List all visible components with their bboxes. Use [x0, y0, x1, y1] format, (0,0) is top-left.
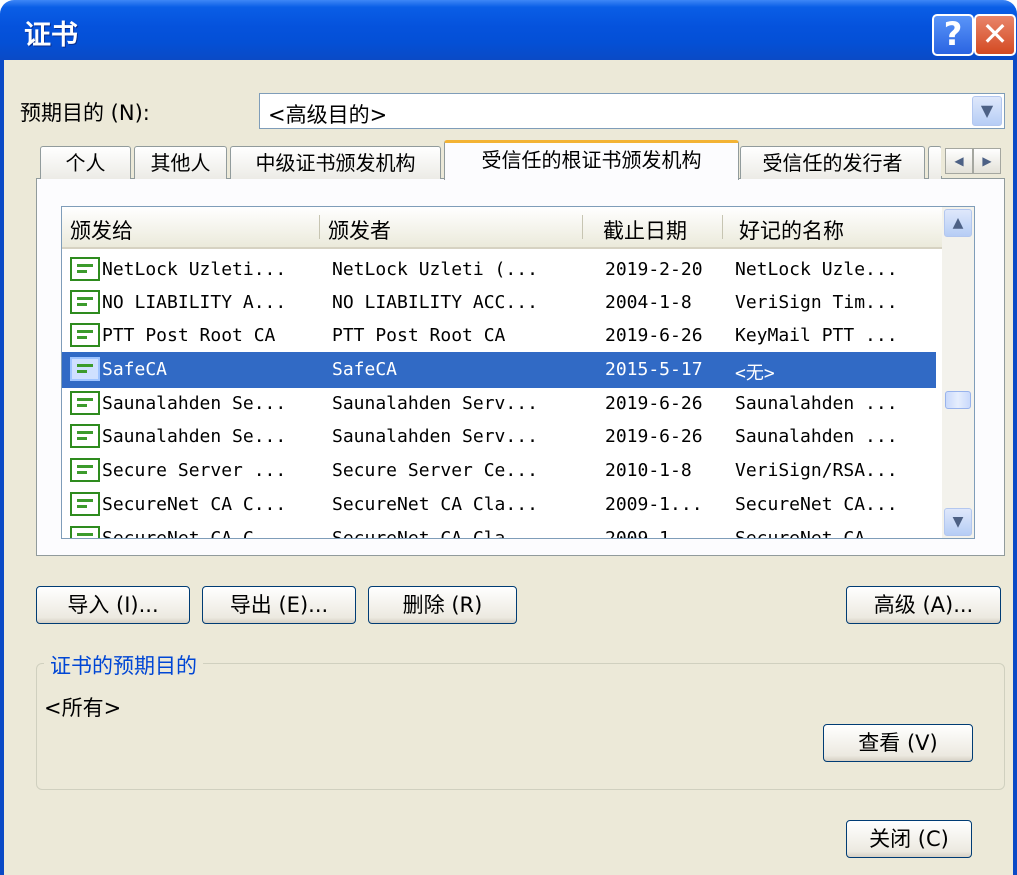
column-divider[interactable] — [319, 215, 320, 239]
cell-issued-to: PTT Post Root CA — [102, 325, 276, 346]
table-row[interactable]: Secure Server ... Secure Server Ce... 20… — [62, 453, 936, 489]
cell-issued-to: NetLock Uzleti... — [102, 259, 287, 280]
cell-friendly-name: VeriSign Tim... — [735, 292, 898, 313]
table-row[interactable]: SecureNet CA C... SecureNet CA Cla... 20… — [62, 487, 936, 523]
scroll-up-icon[interactable]: ▲ — [944, 209, 972, 237]
certificate-icon — [70, 458, 100, 482]
title-bar[interactable]: 证书 ? ✕ — [0, 0, 1017, 60]
cell-expires: 2004-1-8 — [605, 292, 692, 313]
import-button[interactable]: 导入 (I)... — [36, 586, 190, 624]
close-button[interactable]: 关闭 (C) — [846, 820, 972, 858]
column-divider[interactable] — [722, 215, 723, 239]
cell-friendly-name: VeriSign/RSA... — [735, 460, 898, 481]
certificates-dialog: 证书 ? ✕ 预期目的 (N): <高级目的> ▼ 个人 其他人 中级证书颁发机… — [0, 0, 1017, 875]
cell-friendly-name: NetLock Uzle... — [735, 259, 898, 280]
table-row-partial[interactable]: SecureNet CA C... SecureNet CA Cla... 20… — [62, 521, 936, 539]
tab-intermediate-ca[interactable]: 中级证书颁发机构 — [230, 146, 441, 179]
certificate-icon — [70, 391, 100, 415]
column-divider[interactable] — [582, 215, 583, 239]
cell-issued-to: SecureNet CA C... — [102, 494, 287, 515]
column-header-issuer[interactable]: 颁发者 — [328, 215, 391, 245]
scroll-down-icon[interactable]: ▼ — [944, 508, 972, 536]
intended-purposes-value: <所有> — [44, 696, 122, 720]
cell-friendly-name: Saunalahden ... — [735, 426, 898, 447]
certificate-icon — [70, 290, 100, 314]
certificate-icon — [70, 492, 100, 516]
table-row-selected[interactable]: SafeCA SafeCA 2015-5-17 <无> — [62, 352, 936, 388]
cell-expires: 2009-1... — [605, 494, 703, 515]
tab-other-people[interactable]: 其他人 — [134, 146, 227, 179]
view-button[interactable]: 查看 (V) — [823, 724, 973, 762]
cell-friendly-name: SecureNet CA... — [735, 528, 898, 539]
table-row[interactable]: Saunalahden Se... Saunalahden Serv... 20… — [62, 419, 936, 455]
chevron-down-icon[interactable]: ▼ — [972, 96, 1002, 126]
cell-issuer: Saunalahden Serv... — [332, 393, 538, 414]
certificate-icon — [70, 424, 100, 448]
cell-issued-to: SecureNet CA C... — [102, 528, 287, 539]
cell-issued-to: Saunalahden Se... — [102, 426, 287, 447]
cell-issued-to: Secure Server ... — [102, 460, 287, 481]
purpose-select-value: <高级目的> — [268, 103, 388, 127]
cell-issuer: NetLock Uzleti (... — [332, 259, 538, 280]
export-button[interactable]: 导出 (E)... — [202, 586, 356, 624]
cell-expires: 2019-6-26 — [605, 426, 703, 447]
list-header: 颁发给 颁发者 截止日期 好记的名称 — [62, 207, 942, 249]
column-header-expiration[interactable]: 截止日期 — [603, 215, 687, 245]
cell-issuer: SafeCA — [332, 359, 398, 380]
tab-scroll: ◀ ▶ — [941, 146, 1003, 176]
help-button[interactable]: ? — [932, 14, 974, 56]
certificate-icon — [70, 323, 100, 347]
close-window-button[interactable]: ✕ — [974, 14, 1016, 56]
window-title: 证书 — [24, 20, 78, 51]
tab-personal[interactable]: 个人 — [40, 146, 131, 179]
cell-issuer: Secure Server Ce... — [332, 460, 538, 481]
purpose-label: 预期目的 (N): — [20, 101, 150, 125]
tab-partial[interactable] — [928, 146, 942, 179]
cell-issuer: PTT Post Root CA — [332, 325, 506, 346]
vertical-scrollbar[interactable]: ▲ ▼ — [942, 207, 974, 538]
tab-trusted-root-ca[interactable]: 受信任的根证书颁发机构 — [444, 140, 739, 180]
cell-friendly-name: Saunalahden ... — [735, 393, 898, 414]
column-header-friendly-name[interactable]: 好记的名称 — [739, 215, 844, 245]
cell-issued-to: Saunalahden Se... — [102, 393, 287, 414]
certificate-icon — [70, 526, 100, 538]
scroll-right-icon[interactable]: ▶ — [973, 148, 1001, 174]
cell-issuer: NO LIABILITY ACC... — [332, 292, 538, 313]
table-row[interactable]: PTT Post Root CA PTT Post Root CA 2019-6… — [62, 318, 936, 354]
cell-friendly-name: KeyMail PTT ... — [735, 325, 898, 346]
cell-issued-to: NO LIABILITY A... — [102, 292, 287, 313]
certificate-list[interactable]: 颁发给 颁发者 截止日期 好记的名称 NetLock Uzleti... Net… — [61, 206, 975, 539]
scroll-left-icon[interactable]: ◀ — [945, 148, 973, 174]
scrollbar-thumb[interactable] — [945, 391, 971, 409]
cell-issuer: Saunalahden Serv... — [332, 426, 538, 447]
purpose-select[interactable]: <高级目的> ▼ — [259, 93, 1005, 129]
certificate-icon — [70, 357, 100, 381]
cell-issuer: SecureNet CA Cla... — [332, 494, 538, 515]
cell-issuer: SecureNet CA Cla... — [332, 528, 538, 539]
cell-issued-to: SafeCA — [102, 359, 168, 380]
certificate-icon — [70, 257, 100, 281]
cell-expires: 2015-5-17 — [605, 359, 703, 380]
intended-purposes-title: 证书的预期目的 — [44, 650, 203, 680]
cell-expires: 2019-2-20 — [605, 259, 703, 280]
tab-trusted-publishers[interactable]: 受信任的发行者 — [740, 146, 925, 179]
cell-expires: 2010-1-8 — [605, 460, 692, 481]
table-row[interactable]: NO LIABILITY A... NO LIABILITY ACC... 20… — [62, 285, 936, 321]
advanced-button[interactable]: 高级 (A)... — [846, 586, 1001, 624]
cell-expires: 2009-1... — [605, 528, 703, 539]
cell-friendly-name: <无> — [735, 363, 775, 384]
cell-expires: 2019-6-26 — [605, 393, 703, 414]
window-frame-right — [1013, 60, 1017, 875]
table-row[interactable]: Saunalahden Se... Saunalahden Serv... 20… — [62, 386, 936, 422]
cell-friendly-name: SecureNet CA... — [735, 494, 898, 515]
table-row[interactable]: NetLock Uzleti... NetLock Uzleti (... 20… — [62, 252, 936, 288]
remove-button[interactable]: 删除 (R) — [368, 586, 517, 624]
cell-expires: 2019-6-26 — [605, 325, 703, 346]
column-header-issued-to[interactable]: 颁发给 — [70, 215, 133, 245]
